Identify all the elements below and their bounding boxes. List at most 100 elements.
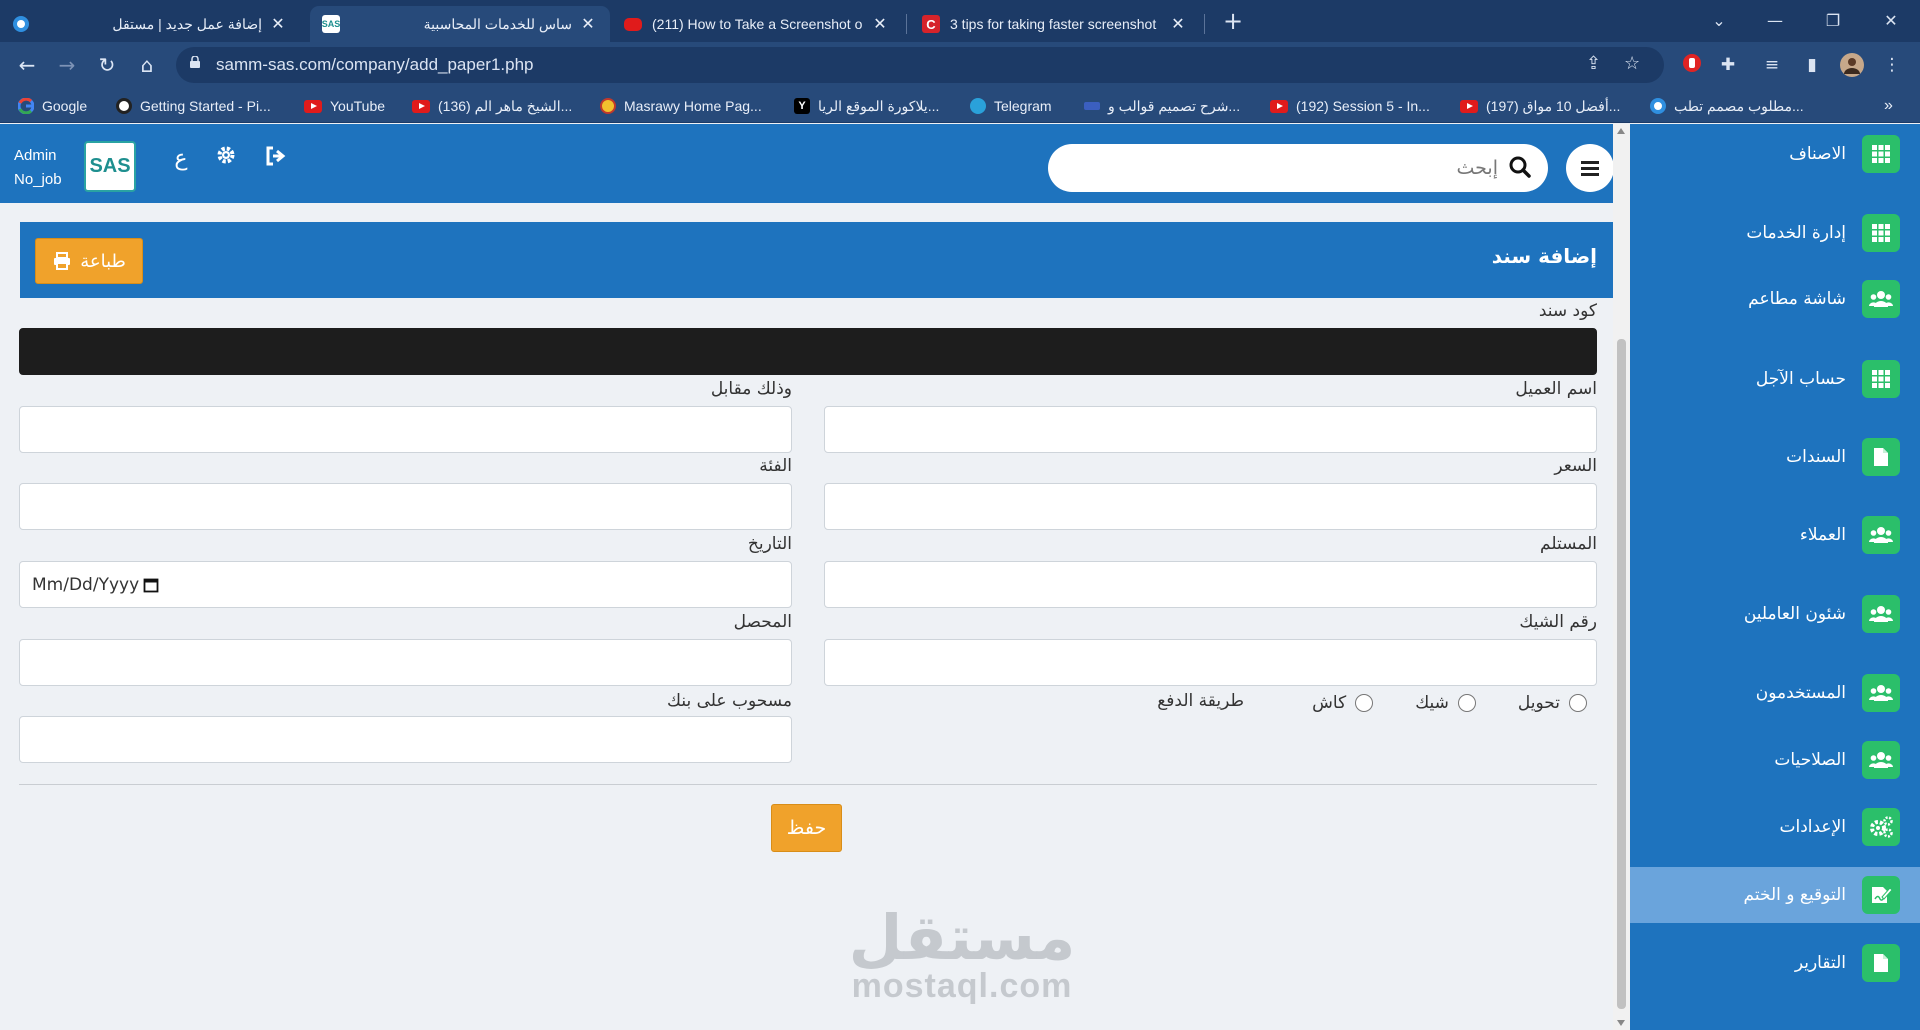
sidebar-item[interactable]: الصلاحيات bbox=[1630, 732, 1920, 788]
grid-icon bbox=[1862, 360, 1900, 398]
generic-site-icon bbox=[1084, 102, 1100, 110]
bookmark-session5[interactable]: (192) Session 5 - In... bbox=[1270, 95, 1430, 117]
scroll-down-arrow-icon[interactable] bbox=[1617, 1020, 1625, 1026]
mostaql-favicon-icon bbox=[12, 15, 30, 33]
radio-button[interactable] bbox=[1569, 694, 1587, 712]
sidebar-item-label: التوقيع و الختم bbox=[1743, 885, 1846, 905]
mostaql-watermark: مستقل mostaql.com bbox=[842, 901, 1082, 1005]
save-button[interactable]: حفظ bbox=[771, 804, 842, 852]
bookmark-masrawy[interactable]: Masrawy Home Pag... bbox=[600, 95, 762, 117]
sidebar-item[interactable]: التوقيع و الختم bbox=[1630, 867, 1920, 923]
close-tab-icon[interactable]: ✕ bbox=[578, 14, 598, 34]
sidebar-item[interactable]: الإعدادات bbox=[1630, 799, 1920, 855]
youtube-icon bbox=[1270, 99, 1288, 113]
settings-gear-icon[interactable] bbox=[212, 144, 240, 172]
bookmark-label: (136) الشيخ ماهر الم... bbox=[438, 97, 573, 114]
share-icon[interactable]: ⇪ bbox=[1586, 53, 1601, 74]
bookmark-maher[interactable]: (136) الشيخ ماهر الم... bbox=[412, 95, 572, 117]
sidebar-item[interactable]: شاشة مطاعم bbox=[1630, 271, 1920, 327]
sidebar-item[interactable]: شئون العاملين bbox=[1630, 586, 1920, 642]
sidebar-item[interactable]: الاصناف bbox=[1630, 126, 1920, 182]
sidebar-item[interactable]: المستخدمون bbox=[1630, 665, 1920, 721]
bookmark-getting-started[interactable]: Getting Started - Pi... bbox=[116, 95, 271, 117]
close-tab-icon[interactable]: ✕ bbox=[268, 14, 288, 34]
customer-name-input[interactable] bbox=[824, 406, 1597, 453]
sas-logo: SAS bbox=[84, 141, 136, 192]
receiver-input[interactable] bbox=[824, 561, 1597, 608]
drawn-on-bank-input[interactable] bbox=[19, 716, 792, 763]
lock-icon bbox=[190, 56, 200, 68]
bookmark-youtube[interactable]: YouTube bbox=[304, 95, 385, 117]
back-arrow-icon[interactable]: ← bbox=[12, 50, 42, 80]
browser-tab-screenshot-tips[interactable]: C 3 tips for taking faster screenshot ✕ bbox=[910, 6, 1200, 42]
home-icon[interactable]: ⌂ bbox=[132, 50, 162, 80]
browser-tab-sas[interactable]: SAS ساس للخدمات المحاسبية ✕ bbox=[310, 6, 610, 42]
sidebar-item[interactable]: التقارير bbox=[1630, 935, 1920, 991]
address-bar[interactable]: samm-sas.com/company/add_paper1.php ⇪ ☆ bbox=[176, 47, 1664, 83]
tab-search-chevron-icon[interactable]: ⌄ bbox=[1704, 6, 1734, 36]
scroll-up-arrow-icon[interactable] bbox=[1617, 128, 1625, 134]
radio-label: كاش bbox=[1312, 693, 1347, 713]
more-bookmarks-chevron-icon[interactable]: » bbox=[1884, 95, 1893, 117]
voucher-code-input[interactable] bbox=[19, 328, 1597, 375]
category-input[interactable] bbox=[19, 483, 792, 530]
bookmark-templates[interactable]: شرح تصميم قوالب و... bbox=[1084, 95, 1240, 117]
sidebar-item-label: العملاء bbox=[1799, 525, 1846, 545]
article-favicon-icon: C bbox=[922, 15, 940, 33]
profile-avatar-icon[interactable] bbox=[1840, 53, 1864, 77]
restore-icon[interactable]: ❐ bbox=[1818, 6, 1848, 36]
page-viewport: الاصناف إدارة الخدمات شاشة مطاعم حساب الآجل… bbox=[0, 124, 1920, 1030]
page-scrollbar[interactable] bbox=[1613, 124, 1630, 1030]
in-return-input[interactable] bbox=[19, 406, 792, 453]
side-panel-icon[interactable]: ▮ bbox=[1800, 53, 1824, 77]
sidebar-item-label: التقارير bbox=[1794, 953, 1846, 973]
bookmark-google[interactable]: Google bbox=[18, 95, 87, 117]
collector-input[interactable] bbox=[19, 639, 792, 686]
close-tab-icon[interactable]: ✕ bbox=[870, 14, 890, 34]
payment-option-check[interactable]: شيك bbox=[1415, 693, 1476, 713]
extensions-puzzle-icon[interactable]: ✚ bbox=[1716, 53, 1740, 77]
watermark-arabic: مستقل bbox=[848, 901, 1076, 974]
logout-icon[interactable] bbox=[262, 145, 290, 173]
scrollbar-thumb[interactable] bbox=[1617, 339, 1626, 1009]
date-input[interactable]: Mm/Dd/Yyyy bbox=[19, 561, 792, 608]
search-box bbox=[1048, 144, 1548, 192]
reload-icon[interactable]: ↻ bbox=[92, 50, 122, 80]
forward-arrow-icon[interactable]: → bbox=[52, 50, 82, 80]
sidebar-item[interactable]: حساب الآجل bbox=[1630, 351, 1920, 407]
check-number-input[interactable] bbox=[824, 639, 1597, 686]
sidebar-item[interactable]: إدارة الخدمات bbox=[1630, 205, 1920, 261]
search-input[interactable] bbox=[1098, 154, 1498, 182]
new-tab-button[interactable]: + bbox=[1218, 6, 1248, 36]
payment-option-transfer[interactable]: تحويل bbox=[1518, 693, 1587, 713]
close-tab-icon[interactable]: ✕ bbox=[1168, 14, 1188, 34]
search-icon[interactable] bbox=[1508, 155, 1532, 179]
media-control-icon[interactable]: ≡ bbox=[1760, 53, 1784, 77]
bookmark-yallakora[interactable]: Y يلاكورة الموقع الريا... bbox=[794, 95, 939, 117]
google-icon bbox=[18, 98, 34, 114]
sidebar-item-label: السندات bbox=[1786, 447, 1846, 467]
payment-option-cash[interactable]: كاش bbox=[1312, 693, 1374, 713]
minimize-icon[interactable]: — bbox=[1760, 6, 1790, 36]
calendar-icon[interactable] bbox=[143, 577, 159, 593]
mostaql-icon bbox=[1650, 98, 1666, 114]
language-toggle[interactable]: ع bbox=[167, 146, 195, 171]
bookmark-top10[interactable]: (197) أفضل 10 مواق... bbox=[1460, 95, 1620, 117]
bookmark-label: YouTube bbox=[330, 98, 386, 114]
bookmark-telegram[interactable]: Telegram bbox=[970, 95, 1052, 117]
bookmark-star-icon[interactable]: ☆ bbox=[1624, 53, 1640, 74]
hamburger-menu-button[interactable] bbox=[1566, 144, 1614, 192]
sidebar-item[interactable]: العملاء bbox=[1630, 507, 1920, 563]
adblock-extension-icon[interactable] bbox=[1680, 53, 1704, 77]
radio-button[interactable] bbox=[1457, 694, 1476, 712]
chrome-menu-icon[interactable]: ⋮ bbox=[1880, 53, 1904, 77]
browser-tab-mostaql[interactable]: إضافة عمل جديد | مستقل ✕ bbox=[0, 6, 300, 42]
print-button[interactable]: طباعة bbox=[35, 238, 143, 284]
radio-button[interactable] bbox=[1355, 694, 1374, 712]
close-window-icon[interactable]: ✕ bbox=[1876, 6, 1906, 36]
price-input[interactable] bbox=[824, 483, 1597, 530]
sidebar-item[interactable]: السندات bbox=[1630, 429, 1920, 485]
browser-tab-youtube[interactable]: (211) How to Take a Screenshot o ✕ bbox=[612, 6, 902, 42]
bookmark-label: مطلوب مصمم تطب... bbox=[1674, 97, 1804, 114]
bookmark-mostaql[interactable]: مطلوب مصمم تطب... bbox=[1650, 95, 1804, 117]
